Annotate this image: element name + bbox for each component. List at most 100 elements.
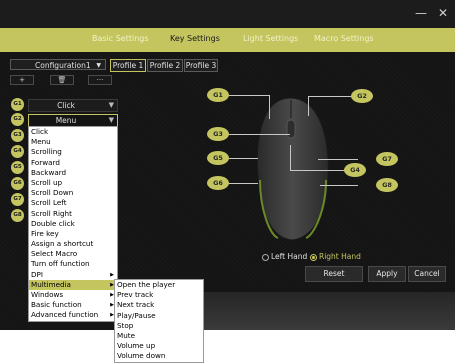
dropdown-item-menu[interactable]: Menu	[29, 137, 117, 147]
dropdown-item-fire-key[interactable]: Fire key	[29, 229, 117, 239]
dropdown-item-scroll-left[interactable]: Scroll Left	[29, 198, 117, 208]
dropdown-item-basic-function[interactable]: Basic function ▶	[29, 300, 117, 310]
dropdown-item-dpi[interactable]: DPI ▶	[29, 270, 117, 280]
profile-tab-1[interactable]: Profile 1	[110, 59, 146, 72]
g1-function-select[interactable]: Click ▼	[28, 99, 118, 112]
callout-g8[interactable]: G8	[376, 178, 398, 192]
chevron-down-icon: ▼	[108, 101, 114, 109]
dropdown-item-label: Fire key	[31, 228, 59, 238]
badge-g7: G7	[11, 193, 24, 206]
dropdown-item-turn-off-function[interactable]: Turn off function	[29, 259, 117, 269]
badge-g2: G2	[11, 113, 24, 126]
dropdown-item-scroll-right[interactable]: Scroll Right	[29, 209, 117, 219]
badge-g6: G6	[11, 177, 24, 190]
g1-function-value: Click	[57, 101, 75, 110]
dropdown-item-label: Scrolling	[31, 147, 62, 157]
apply-button[interactable]: Apply	[368, 266, 406, 282]
dropdown-item-advanced-function[interactable]: Advanced function ▶	[29, 310, 117, 320]
callout-g3[interactable]: G3	[207, 127, 229, 141]
callout-g5[interactable]: G5	[207, 151, 229, 165]
reset-button[interactable]: Reset	[305, 266, 363, 282]
mouse-illustration	[256, 97, 329, 241]
dropdown-item-label: Double click	[31, 218, 75, 228]
badge-g3: G3	[11, 129, 24, 142]
dropdown-item-label: Advanced function	[31, 310, 99, 320]
tab-basic-settings[interactable]: Basic Settings	[92, 34, 149, 43]
cancel-button[interactable]: Cancel	[408, 266, 446, 282]
dropdown-item-label: Backward	[31, 167, 67, 177]
callout-g2[interactable]: G2	[351, 89, 373, 103]
leader-line-g1	[228, 95, 270, 96]
dropdown-item-assign-a-shortcut[interactable]: Assign a shortcut	[29, 239, 117, 249]
dropdown-item-backward[interactable]: Backward	[29, 168, 117, 178]
add-config-button[interactable]: +	[10, 75, 34, 85]
submenu-item-next-track[interactable]: Next track	[115, 300, 203, 310]
submenu-item-mute[interactable]: Mute	[115, 331, 203, 341]
leader-line-g7	[318, 159, 358, 160]
submenu-item-volume-down[interactable]: Volume down	[115, 351, 203, 361]
profile-tab-2[interactable]: Profile 2	[147, 59, 183, 72]
scroll-wheel	[286, 119, 296, 139]
dropdown-item-label: Scroll Left	[31, 198, 67, 208]
badge-g5: G5	[11, 161, 24, 174]
tab-macro-settings[interactable]: Macro Settings	[314, 34, 374, 43]
left-hand-label: Left Hand	[271, 252, 308, 261]
leader-line-g4-up	[290, 145, 291, 170]
leader-line-g3	[228, 134, 290, 135]
callout-g6[interactable]: G6	[207, 176, 229, 190]
callout-g4[interactable]: G4	[344, 163, 366, 177]
left-hand-radio[interactable]: Left Hand	[262, 252, 307, 262]
tab-key-settings[interactable]: Key Settings	[170, 34, 220, 43]
dropdown-item-label: Windows	[31, 290, 64, 299]
dropdown-item-forward[interactable]: Forward	[29, 158, 117, 168]
badge-g1: G1	[11, 98, 24, 111]
badge-g8: G8	[11, 209, 24, 222]
dropdown-item-label: Assign a shortcut	[31, 239, 94, 249]
dropdown-item-double-click[interactable]: Double click	[29, 219, 117, 229]
top-navigation: Basic Settings Key Settings Light Settin…	[0, 28, 455, 52]
callout-g7[interactable]: G7	[376, 152, 398, 166]
submenu-item-prev-track[interactable]: Prev track	[115, 290, 203, 300]
dropdown-item-label: Scroll Right	[31, 208, 72, 218]
delete-config-button[interactable]: 🗑	[50, 75, 74, 85]
dropdown-item-label: Select Macro	[31, 249, 78, 259]
dropdown-item-select-macro[interactable]: Select Macro	[29, 249, 117, 259]
leader-line-g8	[320, 185, 358, 186]
dropdown-item-label: Scroll Down	[31, 188, 74, 198]
dropdown-item-label: Click	[31, 127, 49, 136]
submenu-item-play-pause[interactable]: Play/Pause	[115, 311, 203, 321]
radio-checked-icon	[310, 253, 317, 261]
dropdown-item-label: Basic function	[31, 300, 82, 310]
leader-line-g1-down	[269, 95, 270, 119]
submenu-item-volume-up[interactable]: Volume up	[115, 341, 203, 351]
close-button[interactable]: ✕	[438, 6, 448, 20]
dropdown-item-click[interactable]: Click	[29, 127, 117, 137]
dropdown-item-multimedia[interactable]: Multimedia ▶	[29, 279, 117, 290]
dropdown-item-label: Menu	[31, 137, 51, 147]
dropdown-item-scroll-up[interactable]: Scroll up	[29, 178, 117, 188]
submenu-item-open-the-player[interactable]: Open the player	[115, 280, 203, 290]
dropdown-item-label: Turn off function	[31, 259, 90, 269]
leader-line-g2-down	[308, 96, 309, 116]
leader-line-g2	[308, 96, 356, 97]
dropdown-item-windows[interactable]: Windows ▶	[29, 290, 117, 300]
right-hand-radio[interactable]: Right Hand	[310, 252, 361, 262]
multimedia-submenu: Open the player Prev track Next track Play/…	[114, 279, 204, 363]
leader-line-g6	[228, 183, 258, 184]
radio-unchecked-icon	[262, 253, 269, 261]
dropdown-item-scrolling[interactable]: Scrolling	[29, 147, 117, 157]
right-hand-label: Right Hand	[319, 252, 361, 261]
leader-line-g5	[228, 158, 258, 159]
mouse-body	[256, 97, 329, 241]
more-options-button[interactable]: ···	[88, 75, 112, 85]
dropdown-item-label: Multimedia	[31, 279, 71, 289]
submenu-item-stop[interactable]: Stop	[115, 321, 203, 331]
dropdown-item-scroll-down[interactable]: Scroll Down	[29, 188, 117, 198]
minimize-button[interactable]: —	[415, 6, 427, 20]
configuration-select[interactable]: Configuration1 ▼	[10, 59, 106, 70]
dropdown-item-label: DPI	[31, 269, 43, 279]
tab-light-settings[interactable]: Light Settings	[243, 34, 298, 43]
profile-tab-3[interactable]: Profile 3	[184, 59, 218, 72]
leader-line-g4	[290, 170, 346, 171]
callout-g1[interactable]: G1	[207, 88, 229, 102]
